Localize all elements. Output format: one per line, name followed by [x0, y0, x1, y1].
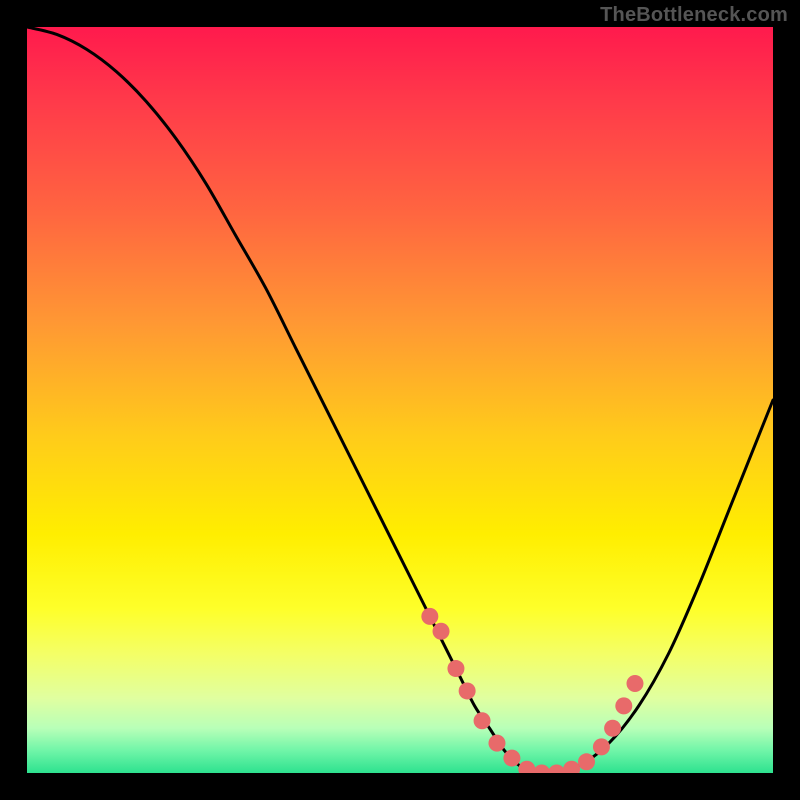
highlight-dot — [593, 738, 610, 755]
highlight-dot — [433, 623, 450, 640]
bottleneck-chart — [27, 27, 773, 773]
highlight-dot — [604, 720, 621, 737]
highlight-dot — [533, 765, 550, 774]
highlight-dot — [421, 608, 438, 625]
watermark-text: TheBottleneck.com — [600, 4, 788, 27]
curve-line — [27, 27, 773, 773]
highlight-dot — [518, 761, 535, 773]
highlight-dot — [626, 675, 643, 692]
highlight-dot — [563, 761, 580, 773]
highlight-dot — [488, 735, 505, 752]
highlight-dot — [474, 712, 491, 729]
chart-frame — [27, 27, 773, 773]
highlight-dot — [548, 765, 565, 774]
highlight-dot — [578, 753, 595, 770]
highlight-dot — [615, 697, 632, 714]
highlight-dot — [503, 750, 520, 767]
highlight-dot — [459, 682, 476, 699]
highlight-dot — [447, 660, 464, 677]
